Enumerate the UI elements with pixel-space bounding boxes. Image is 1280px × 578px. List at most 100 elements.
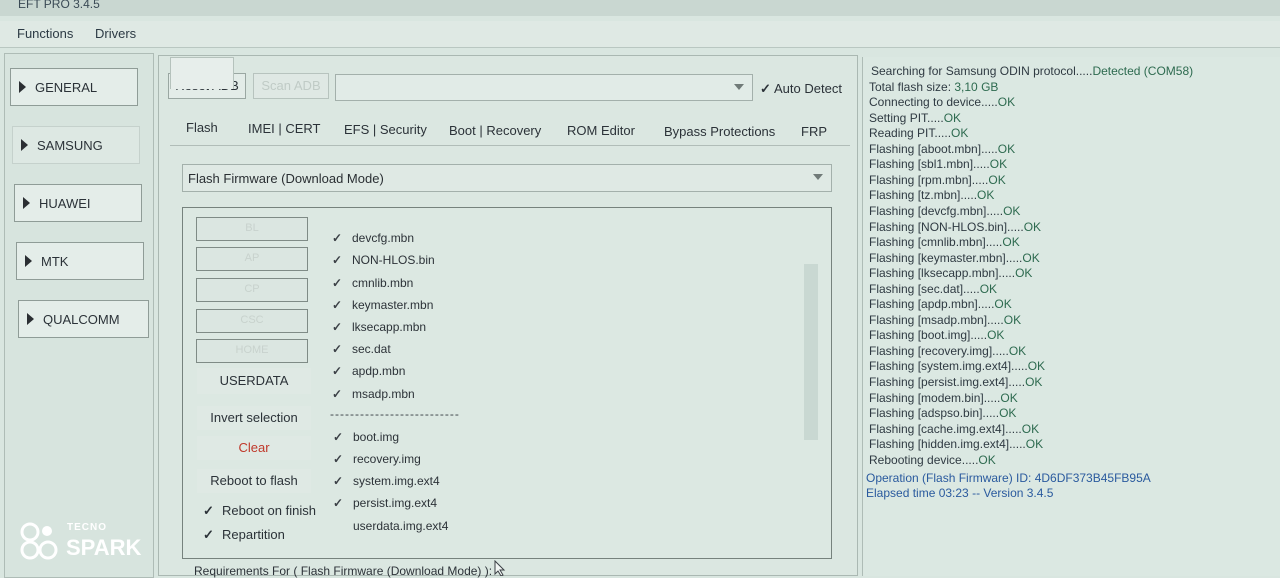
- log-status: OK: [1027, 359, 1046, 374]
- auto-detect-checkbox[interactable]: ✓ Auto Detect: [760, 81, 842, 97]
- file-button-label: CSC: [240, 314, 264, 326]
- vendor-qualcomm-button[interactable]: QUALCOMM: [18, 300, 149, 338]
- partition-name: msadp.mbn: [352, 387, 415, 401]
- log-status: OK: [1015, 266, 1033, 281]
- log-line: Flashing [boot.img].....OK: [869, 328, 1004, 342]
- vendor-label: GENERAL: [35, 80, 98, 95]
- log-message: Setting PIT.....: [869, 110, 944, 125]
- tab-boot-recovery[interactable]: Boot | Recovery: [449, 123, 541, 138]
- checkmark-icon: ✓: [333, 430, 344, 444]
- vendor-general-button[interactable]: GENERAL: [10, 68, 138, 106]
- partition-name: persist.img.ext4: [353, 496, 438, 510]
- expand-arrow-icon: [19, 81, 26, 93]
- home-file-button[interactable]: HOME: [196, 339, 308, 363]
- log-line: Flashing [persist.img.ext4].....OK: [869, 375, 1042, 389]
- reboot-on-finish-checkbox[interactable]: ✓ Reboot on finish: [203, 503, 316, 519]
- log-status: Detected (COM58): [1092, 64, 1194, 78]
- log-status: OK: [1021, 421, 1040, 436]
- scan-adb-button[interactable]: Scan ADB: [253, 73, 329, 99]
- csc-file-button[interactable]: CSC: [196, 309, 308, 333]
- mode-select[interactable]: Flash Firmware (Download Mode): [182, 164, 832, 192]
- partition-separator: --------------------------: [330, 407, 460, 421]
- vendor-samsung-button[interactable]: SAMSUNG: [12, 126, 140, 164]
- tab-imei-cert[interactable]: IMEI | CERT: [248, 121, 320, 136]
- cp-file-button[interactable]: CP: [196, 278, 308, 302]
- log-message: Flashing [apdp.mbn].....: [869, 297, 995, 312]
- tab-flash[interactable]: Flash: [186, 120, 218, 135]
- menu-drivers[interactable]: Drivers: [95, 26, 136, 41]
- partition-name: system.img.ext4: [353, 474, 440, 488]
- log-message: Flashing [hidden.img.ext4].....: [869, 437, 1026, 452]
- log-status: OK: [943, 110, 962, 125]
- menu-bar: Functions Drivers: [0, 21, 1280, 48]
- log-status: OK: [988, 172, 1006, 187]
- checkmark-icon: ✓: [203, 503, 214, 518]
- log-status: OK: [989, 157, 1008, 172]
- reboot-to-flash-button[interactable]: Reboot to flash: [197, 469, 311, 493]
- port-select[interactable]: [335, 74, 753, 101]
- log-message: Flashing [aboot.mbn].....: [869, 141, 998, 156]
- log-message: Rebooting device.....: [869, 452, 979, 467]
- log-message: Searching for Samsung ODIN protocol.....: [871, 64, 1093, 78]
- log-line: Flashing [modem.bin].....OK: [869, 391, 1018, 405]
- log-line: Rebooting device.....OK: [869, 453, 996, 467]
- log-message: Flashing [keymaster.mbn].....: [869, 250, 1023, 265]
- userdata-button[interactable]: USERDATA: [197, 368, 311, 394]
- log-line: Setting PIT.....OK: [869, 111, 961, 125]
- expand-arrow-icon: [27, 313, 34, 325]
- log-status: OK: [1003, 204, 1021, 218]
- log-status: OK: [979, 281, 998, 296]
- checkmark-icon: ✓: [332, 320, 343, 334]
- log-message: Flashing [tz.mbn].....: [869, 188, 978, 203]
- partition-name: recovery.img: [353, 452, 421, 466]
- clear-button[interactable]: Clear: [197, 436, 311, 460]
- log-status: OK: [1025, 375, 1043, 389]
- ap-file-button[interactable]: AP: [196, 247, 308, 271]
- log-status: OK: [994, 297, 1012, 312]
- file-button-label: CP: [244, 283, 260, 295]
- log-status: OK: [987, 328, 1005, 343]
- checkmark-icon: ✓: [332, 253, 343, 267]
- partition-name: devcfg.mbn: [352, 231, 415, 245]
- tab-rom-editor[interactable]: ROM Editor: [567, 123, 635, 138]
- mode-select-value: Flash Firmware (Download Mode): [188, 171, 384, 186]
- bl-file-button[interactable]: BL: [196, 217, 308, 241]
- brand-small-text: TECNO: [67, 522, 107, 533]
- checkmark-icon: ✓: [332, 231, 343, 245]
- log-message: Flashing [cmnlib.mbn].....: [869, 235, 1003, 250]
- log-message: Flashing [msadp.mbn].....: [869, 312, 1004, 327]
- repartition-label: Repartition: [222, 527, 285, 542]
- chevron-down-icon: [813, 174, 823, 180]
- checkmark-icon: ✓: [333, 474, 344, 488]
- tab-frp[interactable]: FRP: [801, 124, 827, 139]
- auto-detect-label: Auto Detect: [774, 81, 842, 96]
- partition-name: apdp.mbn: [352, 364, 406, 378]
- log-status: OK: [977, 188, 995, 203]
- tab-bypass-protections[interactable]: Bypass Protections: [664, 124, 775, 139]
- invert-selection-button[interactable]: Invert selection: [197, 406, 311, 430]
- checkmark-icon: ✓: [332, 364, 343, 378]
- log-message: Total flash size:: [869, 79, 955, 94]
- vendor-huawei-button[interactable]: HUAWEI: [14, 184, 142, 222]
- partition-scrollbar[interactable]: [804, 264, 818, 440]
- log-status: OK: [1000, 390, 1018, 405]
- checkmark-icon: ✓: [332, 298, 343, 312]
- tab-flash-active-bg: [170, 57, 234, 89]
- checkmark-icon: ✓: [333, 452, 344, 466]
- log-line: Flashing [adspso.bin].....OK: [869, 406, 1016, 420]
- repartition-checkbox[interactable]: ✓ Repartition: [203, 527, 285, 543]
- log-status: OK: [997, 95, 1016, 110]
- checkmark-icon: ✓: [332, 276, 343, 290]
- log-line: Flashing [hidden.img.ext4].....OK: [869, 437, 1043, 451]
- partition-name: userdata.img.ext4: [353, 519, 449, 533]
- menu-functions[interactable]: Functions: [17, 26, 73, 41]
- log-line: Flashing [aboot.mbn].....OK: [869, 142, 1015, 156]
- log-line: Flashing [system.img.ext4].....OK: [869, 359, 1045, 373]
- log-message: Flashing [persist.img.ext4].....: [869, 375, 1026, 389]
- tab-efs-security[interactable]: EFS | Security: [344, 122, 427, 137]
- log-status: OK: [1023, 219, 1042, 234]
- checkmark-icon: ✓: [760, 81, 771, 96]
- log-line: Flashing [tz.mbn].....OK: [869, 188, 994, 202]
- vendor-mtk-button[interactable]: MTK: [16, 242, 144, 280]
- log-message: Reading PIT.....: [869, 126, 952, 141]
